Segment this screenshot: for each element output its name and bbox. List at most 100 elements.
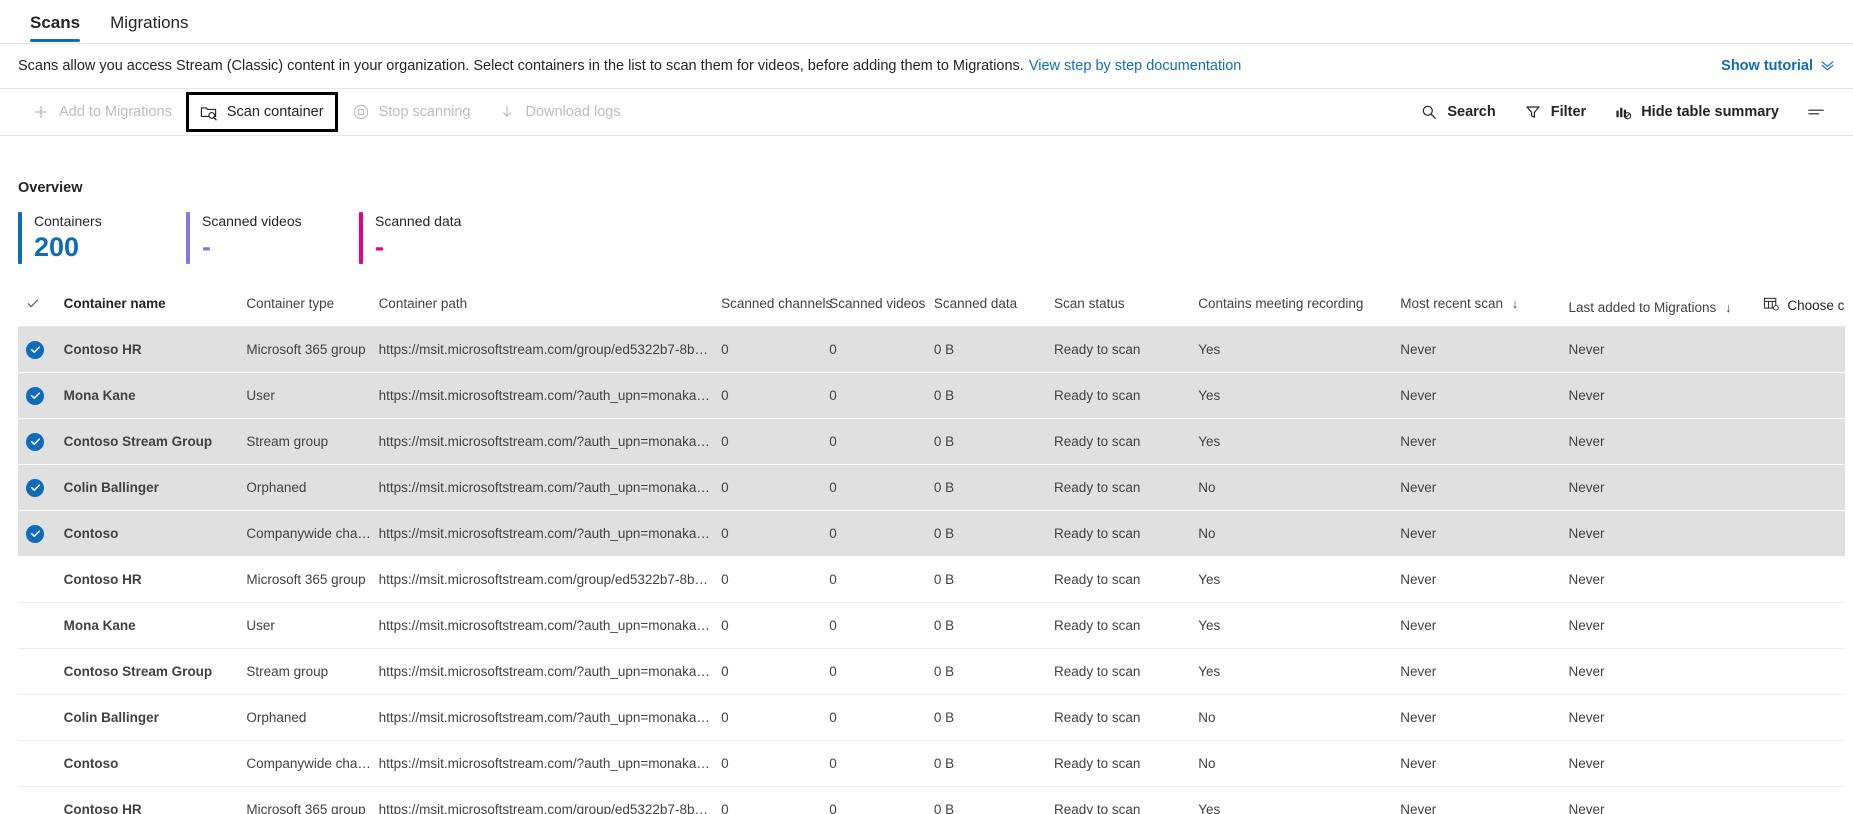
row-checkbox[interactable]: [18, 649, 64, 695]
add-to-migrations-label: Add to Migrations: [59, 102, 172, 122]
cell-scan-status: Ready to scan: [1054, 787, 1198, 814]
cell-container-path: https://msit.microsoftstream.com/?auth_u…: [379, 603, 722, 649]
card-accent-bar: [359, 212, 363, 264]
table-row[interactable]: ContosoCompanywide channelhttps://msit.m…: [18, 511, 1845, 557]
row-checkbox[interactable]: [18, 557, 64, 603]
documentation-link[interactable]: View step by step documentation: [1029, 58, 1242, 74]
search-icon: [1420, 103, 1438, 121]
cell-scanned-videos: 0: [829, 787, 934, 814]
cell-last-added-to-migrations: Never: [1568, 603, 1845, 649]
overview-cards: Containers 200 Scanned videos - Scanned …: [18, 212, 461, 264]
hide-table-summary-label: Hide table summary: [1641, 102, 1779, 122]
card-label: Scanned videos: [202, 212, 302, 231]
cell-container-type: Stream group: [246, 419, 378, 465]
cell-most-recent-scan: Never: [1400, 373, 1568, 419]
table-row[interactable]: Contoso Stream GroupStream grouphttps://…: [18, 419, 1845, 465]
search-button[interactable]: Search: [1406, 92, 1509, 132]
row-checkbox[interactable]: [18, 787, 64, 814]
choose-columns-button[interactable]: Choose columns: [1763, 296, 1845, 315]
column-header-container-path[interactable]: Container path: [379, 290, 722, 327]
tab-migrations[interactable]: Migrations: [98, 6, 200, 46]
table-row[interactable]: Contoso Stream GroupStream grouphttps://…: [18, 649, 1845, 695]
column-header-contains-meeting-recording[interactable]: Contains meeting recording: [1198, 290, 1400, 327]
table-row[interactable]: Colin BallingerOrphanedhttps://msit.micr…: [18, 695, 1845, 741]
row-checkbox[interactable]: [18, 327, 64, 373]
row-checkbox[interactable]: [18, 695, 64, 741]
stop-scanning-button[interactable]: Stop scanning: [338, 92, 485, 132]
cell-container-path: https://msit.microsoftstream.com/?auth_u…: [379, 419, 722, 465]
column-header-container-name[interactable]: Container name: [64, 290, 247, 327]
cell-contains-meeting-recording: Yes: [1198, 373, 1400, 419]
cell-container-type: Stream group: [246, 649, 378, 695]
description-bar: Scans allow you access Stream (Classic) …: [0, 44, 1853, 88]
add-to-migrations-button[interactable]: Add to Migrations: [18, 92, 186, 132]
filter-button[interactable]: Filter: [1510, 92, 1600, 132]
cell-container-name: Colin Ballinger: [64, 695, 247, 741]
row-checkbox[interactable]: [18, 741, 64, 787]
cell-last-added-to-migrations: Never: [1568, 557, 1845, 603]
description-text: Scans allow you access Stream (Classic) …: [18, 58, 1024, 74]
row-selected-icon[interactable]: [26, 525, 44, 543]
containers-table: Container name Container type Container …: [18, 290, 1845, 814]
cell-scanned-channels: 0: [721, 695, 829, 741]
column-label: Scanned data: [934, 296, 1017, 311]
select-all-header[interactable]: [18, 290, 64, 327]
row-selected-icon[interactable]: [26, 433, 44, 451]
table-row[interactable]: Mona KaneUserhttps://msit.microsoftstrea…: [18, 603, 1845, 649]
download-logs-button[interactable]: Download logs: [484, 92, 634, 132]
table-row[interactable]: Mona KaneUserhttps://msit.microsoftstrea…: [18, 373, 1845, 419]
cell-most-recent-scan: Never: [1400, 465, 1568, 511]
cell-scanned-data: 0 B: [934, 603, 1054, 649]
cell-contains-meeting-recording: Yes: [1198, 419, 1400, 465]
row-checkbox[interactable]: [18, 465, 64, 511]
column-label: Last added to Migrations: [1568, 300, 1716, 315]
cell-container-path: https://msit.microsoftstream.com/?auth_u…: [379, 649, 722, 695]
cell-contains-meeting-recording: No: [1198, 695, 1400, 741]
scans-page: Scans Migrations Scans allow you access …: [0, 0, 1853, 814]
column-header-container-type[interactable]: Container type: [246, 290, 378, 327]
column-header-most-recent-scan[interactable]: Most recent scan ↓: [1400, 290, 1568, 327]
search-label: Search: [1447, 102, 1495, 122]
table-row[interactable]: Colin BallingerOrphanedhttps://msit.micr…: [18, 465, 1845, 511]
cell-scanned-videos: 0: [829, 465, 934, 511]
table-row[interactable]: Contoso HRMicrosoft 365 grouphttps://msi…: [18, 557, 1845, 603]
row-selected-icon[interactable]: [26, 387, 44, 405]
cell-most-recent-scan: Never: [1400, 419, 1568, 465]
cell-contains-meeting-recording: Yes: [1198, 603, 1400, 649]
row-selected-icon[interactable]: [26, 479, 44, 497]
cell-container-path: https://msit.microsoftstream.com/?auth_u…: [379, 741, 722, 787]
card-accent-bar: [18, 212, 22, 264]
column-header-last-added-to-migrations[interactable]: Last added to Migrations ↓ Choose column…: [1568, 290, 1845, 327]
tab-scans[interactable]: Scans: [18, 6, 92, 46]
cell-scanned-videos: 0: [829, 511, 934, 557]
show-tutorial-label: Show tutorial: [1721, 58, 1813, 74]
cell-last-added-to-migrations: Never: [1568, 511, 1845, 557]
column-header-scan-status[interactable]: Scan status: [1054, 290, 1198, 327]
show-tutorial-button[interactable]: Show tutorial: [1721, 57, 1835, 76]
row-selected-icon[interactable]: [26, 341, 44, 359]
filter-label: Filter: [1551, 102, 1586, 122]
row-checkbox[interactable]: [18, 511, 64, 557]
column-header-scanned-videos[interactable]: Scanned videos: [829, 290, 934, 327]
scan-container-icon: [200, 103, 218, 121]
cell-scanned-videos: 0: [829, 695, 934, 741]
tab-bar: Scans Migrations: [0, 0, 1853, 44]
cell-scan-status: Ready to scan: [1054, 373, 1198, 419]
row-checkbox[interactable]: [18, 419, 64, 465]
cell-container-name: Mona Kane: [64, 373, 247, 419]
cell-scanned-channels: 0: [721, 787, 829, 814]
more-options-button[interactable]: [1793, 93, 1839, 131]
table-row[interactable]: Contoso HRMicrosoft 365 grouphttps://msi…: [18, 787, 1845, 814]
row-checkbox[interactable]: [18, 603, 64, 649]
table-summary-icon: [1614, 103, 1632, 121]
row-checkbox[interactable]: [18, 373, 64, 419]
column-header-scanned-data[interactable]: Scanned data: [934, 290, 1054, 327]
cell-scanned-channels: 0: [721, 603, 829, 649]
scan-container-button[interactable]: Scan container: [186, 92, 338, 132]
table-row[interactable]: ContosoCompanywide channelhttps://msit.m…: [18, 741, 1845, 787]
table-row[interactable]: Contoso HRMicrosoft 365 grouphttps://msi…: [18, 327, 1845, 373]
column-header-scanned-channels[interactable]: Scanned channels: [721, 290, 829, 327]
hide-table-summary-button[interactable]: Hide table summary: [1600, 92, 1793, 132]
cell-contains-meeting-recording: No: [1198, 741, 1400, 787]
cell-scanned-channels: 0: [721, 511, 829, 557]
